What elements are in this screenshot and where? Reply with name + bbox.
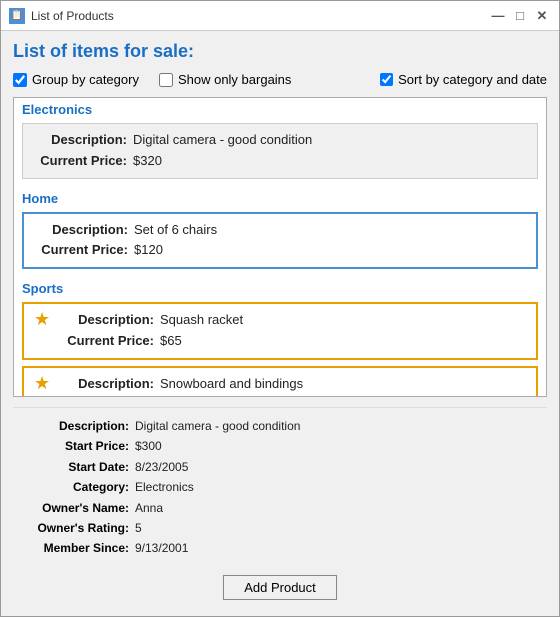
sort-item: Sort by category and date <box>380 72 547 87</box>
detail-start-date-value: 8/23/2005 <box>135 457 188 477</box>
add-product-button[interactable]: Add Product <box>223 575 337 600</box>
category-header-home: Home <box>14 187 546 208</box>
main-window: 📋 List of Products — □ ✕ List of items f… <box>0 0 560 617</box>
product-price-row: Current Price: $320 <box>33 151 527 172</box>
price-value: $320 <box>133 151 162 172</box>
product-list[interactable]: Electronics Description: Digital camera … <box>13 97 547 397</box>
product-item-bargain[interactable]: ★ Description: Squash racket Current Pri… <box>22 302 538 360</box>
detail-start-price-row: Start Price: $300 <box>25 436 535 456</box>
sort-label[interactable]: Sort by category and date <box>398 72 547 87</box>
category-sports: Sports ★ Description: Squash racket Curr… <box>14 277 546 397</box>
detail-start-price-value: $300 <box>135 436 162 456</box>
content-area: List of items for sale: Group by categor… <box>1 31 559 616</box>
page-title: List of items for sale: <box>13 41 547 62</box>
detail-category-label: Category: <box>25 477 135 497</box>
product-price-row: Current Price: $65 <box>60 331 526 352</box>
description-value: Set of 6 chairs <box>134 220 217 241</box>
detail-owner-name-label: Owner's Name: <box>25 498 135 518</box>
detail-category-value: Electronics <box>135 477 194 497</box>
price-label: Current Price: <box>33 151 133 172</box>
category-header-sports: Sports <box>14 277 546 298</box>
description-label: Description: <box>60 310 160 331</box>
price-label: Current Price: <box>60 395 160 397</box>
maximize-button[interactable]: □ <box>511 7 529 25</box>
bottom-bar: Add Product <box>13 567 547 606</box>
group-by-category-label[interactable]: Group by category <box>32 72 139 87</box>
price-label: Current Price: <box>34 240 134 261</box>
detail-member-since-value: 9/13/2001 <box>135 538 188 558</box>
category-electronics: Electronics Description: Digital camera … <box>14 98 546 179</box>
product-content-2: Description: Snowboard and bindings Curr… <box>60 374 526 397</box>
detail-owner-rating-row: Owner's Rating: 5 <box>25 518 535 538</box>
detail-start-date-row: Start Date: 8/23/2005 <box>25 457 535 477</box>
detail-member-since-label: Member Since: <box>25 538 135 558</box>
price-value: $120 <box>134 240 163 261</box>
show-only-bargains-label[interactable]: Show only bargains <box>178 72 291 87</box>
description-value: Squash racket <box>160 310 243 331</box>
sort-checkbox[interactable] <box>380 73 393 86</box>
product-description-row: Description: Set of 6 chairs <box>34 220 526 241</box>
price-value: $65 <box>160 331 182 352</box>
product-item-bargain-2[interactable]: ★ Description: Snowboard and bindings Cu… <box>22 366 538 397</box>
window-icon: 📋 <box>9 8 25 24</box>
toolbar: Group by category Show only bargains Sor… <box>13 72 547 87</box>
price-label: Current Price: <box>60 331 160 352</box>
group-by-category-item: Group by category <box>13 72 139 87</box>
detail-owner-rating-value: 5 <box>135 518 142 538</box>
detail-owner-rating-label: Owner's Rating: <box>25 518 135 538</box>
price-value: $150 <box>160 395 189 397</box>
window-title: List of Products <box>31 9 483 23</box>
detail-description-row: Description: Digital camera - good condi… <box>25 416 535 436</box>
detail-start-price-label: Start Price: <box>25 436 135 456</box>
show-only-bargains-checkbox[interactable] <box>159 73 173 87</box>
description-label: Description: <box>34 220 134 241</box>
description-value: Digital camera - good condition <box>133 130 312 151</box>
description-value: Snowboard and bindings <box>160 374 303 395</box>
close-button[interactable]: ✕ <box>533 7 551 25</box>
detail-category-row: Category: Electronics <box>25 477 535 497</box>
show-only-bargains-item: Show only bargains <box>159 72 291 87</box>
category-header-electronics: Electronics <box>14 98 546 119</box>
detail-start-date-label: Start Date: <box>25 457 135 477</box>
product-description-row: Description: Squash racket <box>60 310 526 331</box>
category-home: Home Description: Set of 6 chairs Curren… <box>14 187 546 270</box>
product-item[interactable]: Description: Digital camera - good condi… <box>22 123 538 179</box>
product-description-row: Description: Digital camera - good condi… <box>33 130 527 151</box>
star-icon: ★ <box>34 310 50 328</box>
description-label: Description: <box>60 374 160 395</box>
window-controls: — □ ✕ <box>489 7 551 25</box>
minimize-button[interactable]: — <box>489 7 507 25</box>
detail-owner-name-row: Owner's Name: Anna <box>25 498 535 518</box>
titlebar: 📋 List of Products — □ ✕ <box>1 1 559 31</box>
product-item-selected[interactable]: Description: Set of 6 chairs Current Pri… <box>22 212 538 270</box>
product-content: Description: Squash racket Current Price… <box>60 310 526 352</box>
description-label: Description: <box>33 130 133 151</box>
detail-panel: Description: Digital camera - good condi… <box>13 407 547 567</box>
star-icon-2: ★ <box>34 374 50 392</box>
product-price-row: Current Price: $150 <box>60 395 526 397</box>
product-description-row: Description: Snowboard and bindings <box>60 374 526 395</box>
detail-owner-name-value: Anna <box>135 498 163 518</box>
group-by-category-checkbox[interactable] <box>13 73 27 87</box>
product-price-row: Current Price: $120 <box>34 240 526 261</box>
detail-description-label: Description: <box>25 416 135 436</box>
detail-member-since-row: Member Since: 9/13/2001 <box>25 538 535 558</box>
detail-description-value: Digital camera - good condition <box>135 416 300 436</box>
